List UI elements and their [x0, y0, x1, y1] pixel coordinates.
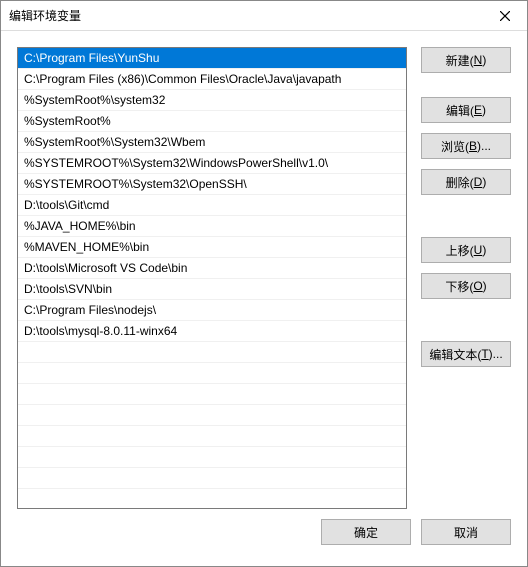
list-item[interactable]	[18, 384, 406, 405]
list-item[interactable]: D:\tools\Git\cmd	[18, 195, 406, 216]
list-item[interactable]: C:\Program Files\YunShu	[18, 48, 406, 69]
list-item[interactable]: D:\tools\mysql-8.0.11-winx64	[18, 321, 406, 342]
list-item[interactable]	[18, 447, 406, 468]
close-icon	[500, 8, 510, 24]
new-button[interactable]: 新建(N)	[421, 47, 511, 73]
window-title: 编辑环境变量	[9, 7, 81, 24]
titlebar: 编辑环境变量	[1, 1, 527, 31]
list-item[interactable]: %SystemRoot%	[18, 111, 406, 132]
delete-button[interactable]: 删除(D)	[421, 169, 511, 195]
button-sidebar: 新建(N) 编辑(E) 浏览(B)... 删除(D) 上移(U) 下移(O) 编…	[421, 47, 511, 510]
list-item[interactable]: %SystemRoot%\System32\Wbem	[18, 132, 406, 153]
move-up-button[interactable]: 上移(U)	[421, 237, 511, 263]
ok-button[interactable]: 确定	[321, 519, 411, 545]
list-item[interactable]	[18, 426, 406, 447]
edit-button[interactable]: 编辑(E)	[421, 97, 511, 123]
move-down-button[interactable]: 下移(O)	[421, 273, 511, 299]
list-item[interactable]	[18, 405, 406, 426]
list-item[interactable]: C:\Program Files\nodejs\	[18, 300, 406, 321]
edit-text-button[interactable]: 编辑文本(T)...	[421, 341, 511, 367]
dialog-body: C:\Program Files\YunShuC:\Program Files …	[1, 31, 527, 510]
browse-button[interactable]: 浏览(B)...	[421, 133, 511, 159]
list-item[interactable]: C:\Program Files (x86)\Common Files\Orac…	[18, 69, 406, 90]
list-item[interactable]	[18, 468, 406, 489]
list-item[interactable]: %JAVA_HOME%\bin	[18, 216, 406, 237]
list-item[interactable]: %SystemRoot%\system32	[18, 90, 406, 111]
env-var-editor-window: 编辑环境变量 C:\Program Files\YunShuC:\Program…	[0, 0, 528, 567]
list-item[interactable]: %SYSTEMROOT%\System32\WindowsPowerShell\…	[18, 153, 406, 174]
close-button[interactable]	[482, 1, 527, 31]
list-item[interactable]	[18, 342, 406, 363]
list-item[interactable]: %MAVEN_HOME%\bin	[18, 237, 406, 258]
cancel-button[interactable]: 取消	[421, 519, 511, 545]
list-item[interactable]: D:\tools\Microsoft VS Code\bin	[18, 258, 406, 279]
list-item[interactable]: D:\tools\SVN\bin	[18, 279, 406, 300]
list-item[interactable]	[18, 363, 406, 384]
list-item[interactable]: %SYSTEMROOT%\System32\OpenSSH\	[18, 174, 406, 195]
path-listbox[interactable]: C:\Program Files\YunShuC:\Program Files …	[17, 47, 407, 509]
dialog-footer: 确定 取消	[1, 510, 527, 566]
